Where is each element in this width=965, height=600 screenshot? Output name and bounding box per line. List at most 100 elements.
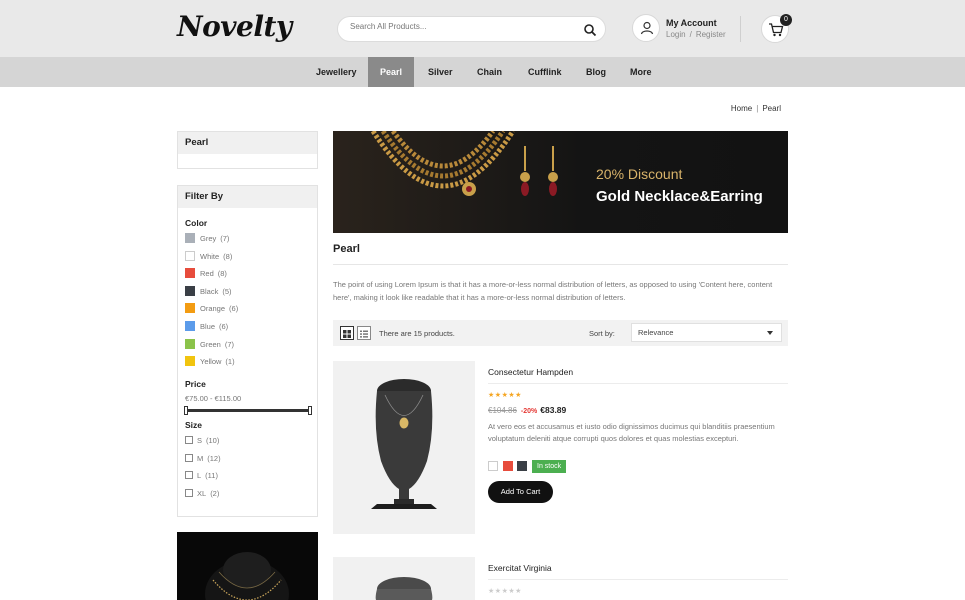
breadcrumb-home[interactable]: Home [731,104,752,113]
color-filter-label: Black (5) [200,287,232,296]
category-box: Pearl [177,131,318,169]
site-header: Novelty My Account Login/ Register 0 [0,0,965,57]
link-separator: / [689,30,692,39]
price-range-label: €75.00 - €115.00 [185,394,242,403]
size-count: (10) [206,436,220,445]
chevron-down-icon [767,331,773,335]
list-icon [360,330,368,338]
size-checkbox[interactable] [185,471,193,480]
color-swatch[interactable] [185,356,195,367]
size-name: M [197,453,204,463]
color-swatch[interactable] [185,303,195,314]
size-checkbox[interactable] [185,436,193,444]
size-filter-label: S (10) [197,436,219,445]
grid-icon [343,330,351,338]
nav-item-blog[interactable]: Blog [574,57,618,87]
size-count: (2) [210,488,220,498]
page-title: Pearl [333,243,360,255]
old-price: €104.86 [488,406,517,415]
size-count: (12) [207,453,221,463]
color-name: Green [200,339,221,349]
price-slider-min-handle[interactable] [184,406,188,415]
search-icon[interactable] [583,23,597,37]
cart-count-badge: 0 [780,14,792,26]
breadcrumb: Home | Pearl [731,104,781,113]
color-count: (7) [220,234,230,243]
product-rating: ★★★★★ [488,587,522,595]
product-title[interactable]: Exercitat Virginia [488,563,552,573]
product-image[interactable] [333,361,475,534]
color-swatch[interactable] [185,321,195,331]
header-divider [740,16,741,42]
account-links: Login / Register [666,30,730,39]
color-swatch[interactable] [185,338,195,349]
star-icon: ★ [494,392,502,399]
nav-item-silver[interactable]: Silver [416,57,465,87]
size-filter-label: M (12) [197,454,221,463]
star-icon: ★ [515,392,522,399]
color-count: (6) [229,304,239,314]
size-count: (11) [205,471,218,481]
size-name: XL [197,488,207,498]
product-divider [488,579,788,580]
nav-item-chain[interactable]: Chain [465,57,514,87]
color-name: Grey [200,234,217,243]
star-icon: ★ [488,588,495,595]
color-filter-label: Orange (6) [200,304,238,313]
color-count: (6) [219,322,229,331]
color-count: (1) [225,357,235,367]
site-logo[interactable]: Novelty [177,10,292,43]
size-checkbox[interactable] [185,488,193,497]
register-link[interactable]: Register [696,30,726,39]
list-view-button[interactable] [357,326,371,340]
product-title[interactable]: Consectetur Hampden [488,367,573,377]
color-name: Black [200,286,219,296]
color-swatch[interactable] [185,233,195,243]
color-swatch[interactable] [185,250,195,261]
star-icon: ★ [494,588,502,595]
main-nav: Jewellery Pearl Silver Chain Cufflink Bl… [0,57,965,87]
star-icon: ★ [488,392,495,399]
color-count: (8) [223,251,233,261]
sidebar-promo-image[interactable] [177,532,318,600]
search-input[interactable] [350,22,570,31]
color-name: Blue [200,322,216,331]
account-button[interactable] [632,14,660,42]
nav-item-cufflink[interactable]: Cufflink [516,57,574,87]
size-filter-label: L (11) [197,471,218,480]
size-name: L [197,471,202,481]
variant-swatch-red[interactable] [503,461,513,471]
color-count: (8) [217,269,227,279]
nav-item-more[interactable]: More [618,57,664,87]
color-swatch[interactable] [185,285,195,296]
sort-selected-value: Relevance [638,328,674,337]
nav-item-jewellery[interactable]: Jewellery [304,57,369,87]
products-toolbar: There are 15 products. Sort by: Relevanc… [333,320,788,346]
current-price: €83.89 [540,405,567,415]
stock-badge: In stock [532,460,567,473]
price-filter-title: Price [185,379,206,389]
price-slider-max-handle[interactable] [308,406,312,415]
title-divider [333,264,788,265]
price-row: €104.86 -20% €83.89 [488,405,566,415]
breadcrumb-current: Pearl [762,104,781,113]
nav-item-pearl[interactable]: Pearl [368,57,415,87]
login-link[interactable]: Login [666,30,686,39]
grid-view-button[interactable] [340,326,354,340]
color-swatch[interactable] [185,268,195,279]
add-to-cart-button[interactable]: Add To Cart [488,481,553,503]
size-checkbox[interactable] [185,453,193,462]
color-filter-label: Red (8) [200,269,227,278]
color-filter-title: Color [185,218,208,228]
discount-badge: -20% [520,408,538,415]
variant-swatch-white[interactable] [488,461,498,471]
category-box-title[interactable]: Pearl [178,132,317,154]
product-image[interactable] [333,557,475,600]
category-banner[interactable]: 20% Discount Gold Necklace&Earring [333,131,788,233]
color-filter-label: Blue (6) [200,322,228,331]
color-filter-label: Grey (7) [200,234,229,243]
price-slider-track[interactable] [186,409,310,412]
sort-select[interactable]: Relevance [631,323,782,342]
variant-swatch-black[interactable] [517,461,527,471]
my-account-label[interactable]: My Account [666,18,717,28]
